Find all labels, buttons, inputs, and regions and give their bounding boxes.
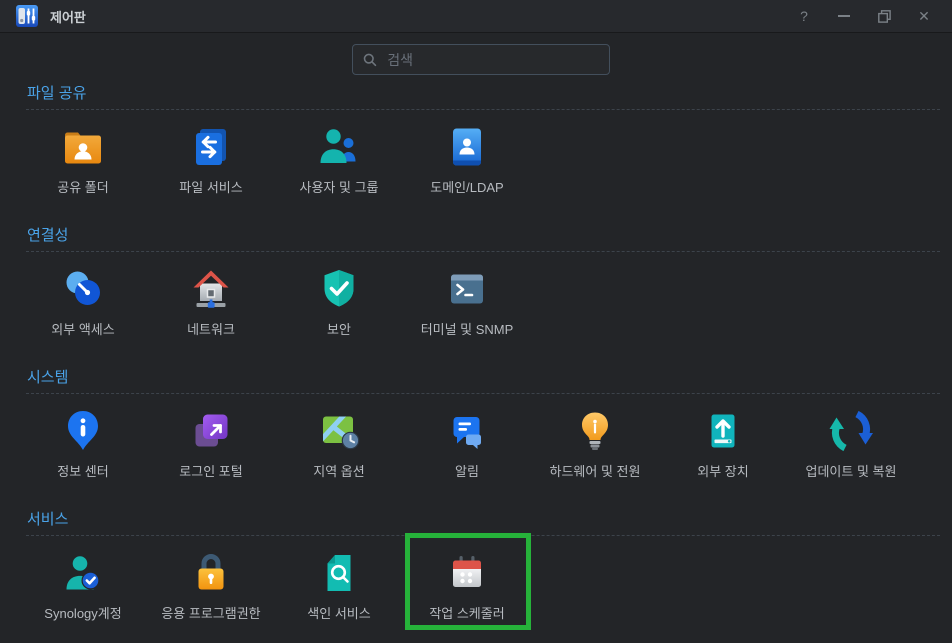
task-scheduler-icon — [443, 549, 491, 597]
item-label: 파일 서비스 — [179, 180, 242, 195]
item-label: 업데이트 및 복원 — [806, 464, 897, 479]
item-task-scheduler[interactable]: 작업 스케줄러 — [403, 549, 531, 621]
item-shared-folder[interactable]: 공유 폴더 — [19, 123, 147, 195]
minimize-button[interactable] — [836, 8, 852, 24]
item-network[interactable]: 네트워크 — [147, 265, 275, 337]
item-synology-account[interactable]: Synology계정 — [19, 549, 147, 621]
section-file-sharing: 파일 공유 공유 폴더 — [0, 85, 952, 195]
external-devices-icon — [699, 407, 747, 455]
item-notifications[interactable]: 알림 — [403, 407, 531, 479]
item-label: 외부 액세스 — [51, 322, 114, 337]
shared-folder-icon — [59, 123, 107, 171]
update-restore-icon — [827, 407, 875, 455]
search-icon — [363, 52, 377, 68]
item-label: 보안 — [327, 322, 351, 337]
item-external-devices[interactable]: 외부 장치 — [659, 407, 787, 479]
security-icon — [315, 265, 363, 313]
search-input[interactable] — [385, 51, 599, 69]
item-file-services[interactable]: 파일 서비스 — [147, 123, 275, 195]
minimize-icon — [838, 15, 850, 17]
item-label: 터미널 및 SNMP — [421, 322, 514, 337]
item-label: 사용자 및 그룹 — [300, 180, 379, 195]
notifications-icon — [443, 407, 491, 455]
search-box[interactable] — [352, 44, 610, 75]
item-hardware-power[interactable]: 하드웨어 및 전원 — [531, 407, 659, 479]
item-security[interactable]: 보안 — [275, 265, 403, 337]
network-icon — [187, 265, 235, 313]
item-label: 색인 서비스 — [307, 606, 370, 621]
item-users-groups[interactable]: 사용자 및 그룹 — [275, 123, 403, 195]
item-label: 지역 옵션 — [313, 464, 364, 479]
item-label: 알림 — [455, 464, 479, 479]
item-label: 도메인/LDAP — [430, 180, 503, 195]
close-button[interactable]: ✕ — [916, 8, 932, 24]
item-terminal-snmp[interactable]: 터미널 및 SNMP — [403, 265, 531, 337]
hardware-power-icon — [571, 407, 619, 455]
file-services-icon — [187, 123, 235, 171]
item-label: 작업 스케줄러 — [429, 606, 504, 621]
item-label: 하드웨어 및 전원 — [550, 464, 641, 479]
users-groups-icon — [315, 123, 363, 171]
section-title: 연결성 — [27, 227, 952, 244]
restore-icon — [878, 10, 891, 23]
search-row — [0, 33, 952, 75]
external-access-icon — [59, 265, 107, 313]
item-label: 로그인 포털 — [179, 464, 242, 479]
application-privileges-icon — [187, 549, 235, 597]
login-portal-icon — [187, 407, 235, 455]
item-label: 응용 프로그램권한 — [161, 606, 260, 621]
item-label: 외부 장치 — [697, 464, 748, 479]
section-connectivity: 연결성 외부 액세스 — [0, 227, 952, 337]
item-update-restore[interactable]: 업데이트 및 복원 — [787, 407, 915, 479]
synology-account-icon — [59, 549, 107, 597]
control-panel-app-icon — [16, 5, 38, 27]
item-info-center[interactable]: 정보 센터 — [19, 407, 147, 479]
info-center-icon — [59, 407, 107, 455]
item-external-access[interactable]: 외부 액세스 — [19, 265, 147, 337]
window-titlebar: 제어판 ? ✕ — [0, 0, 952, 33]
item-indexing-service[interactable]: 색인 서비스 — [275, 549, 403, 621]
help-button[interactable]: ? — [796, 8, 812, 24]
item-domain-ldap[interactable]: 도메인/LDAP — [403, 123, 531, 195]
section-title: 파일 공유 — [27, 85, 952, 102]
item-login-portal[interactable]: 로그인 포털 — [147, 407, 275, 479]
regional-options-icon — [315, 407, 363, 455]
item-label: 공유 폴더 — [57, 180, 108, 195]
indexing-service-icon — [315, 549, 363, 597]
section-system: 시스템 정보 센터 — [0, 369, 952, 479]
item-application-privileges[interactable]: 응용 프로그램권한 — [147, 549, 275, 621]
item-regional-options[interactable]: 지역 옵션 — [275, 407, 403, 479]
item-label: 네트워크 — [187, 322, 235, 337]
section-services: 서비스 Synology계정 — [0, 511, 952, 621]
section-title: 서비스 — [27, 511, 952, 528]
domain-ldap-icon — [443, 123, 491, 171]
item-label: 정보 센터 — [57, 464, 108, 479]
window-title: 제어판 — [50, 7, 86, 26]
item-label: Synology계정 — [44, 606, 121, 621]
section-title: 시스템 — [27, 369, 952, 386]
terminal-snmp-icon — [443, 265, 491, 313]
maximize-button[interactable] — [876, 8, 892, 24]
